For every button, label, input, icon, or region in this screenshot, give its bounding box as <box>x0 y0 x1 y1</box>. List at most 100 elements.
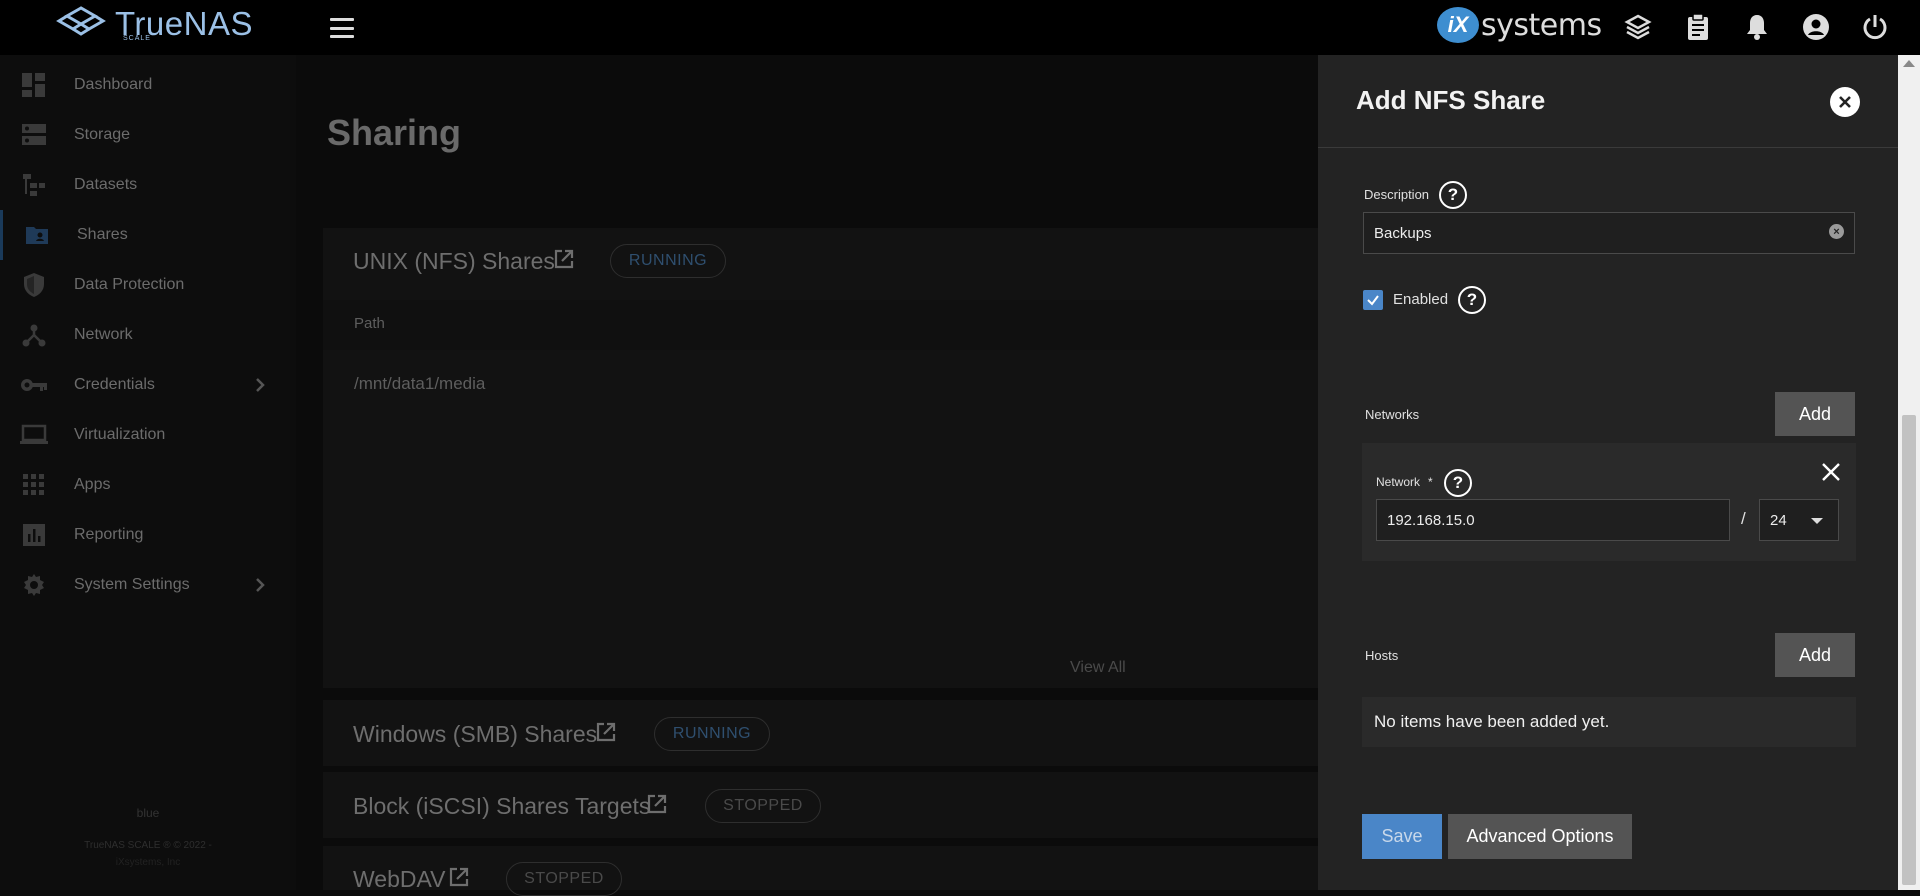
datasets-icon <box>20 171 48 199</box>
sidebar-item-label: Reporting <box>74 526 144 543</box>
nfs-shares-card: UNIX (NFS) Shares RUNNING <box>323 228 1323 688</box>
laptop-icon <box>20 421 48 449</box>
ix-badge: iX <box>1437 7 1479 43</box>
truenas-logo[interactable]: TrueNAS <box>55 4 253 42</box>
scrollbar-thumb[interactable] <box>1902 415 1916 885</box>
network-icon <box>20 321 48 349</box>
webdav-card-title[interactable]: WebDAV <box>353 866 445 893</box>
sidebar-item-label: Network <box>74 326 133 343</box>
sidebar-item-datasets[interactable]: Datasets <box>0 160 296 210</box>
account-icon[interactable] <box>1801 12 1831 42</box>
clear-input-icon[interactable]: × <box>1829 224 1844 239</box>
enabled-checkbox[interactable] <box>1363 290 1383 310</box>
add-nfs-share-panel: Add NFS Share Description ? Backups × En… <box>1318 55 1898 890</box>
table-row[interactable]: /mnt/data1/media <box>354 374 485 394</box>
sidebar-item-credentials[interactable]: Credentials <box>0 360 296 410</box>
nfs-card-title[interactable]: UNIX (NFS) Shares <box>353 248 555 275</box>
sidebar-item-label: Dashboard <box>74 76 153 93</box>
top-bar: TrueNAS SCALE iX systems <box>0 0 1920 55</box>
hamburger-icon-line <box>330 35 354 38</box>
networks-label: Networks <box>1365 407 1420 422</box>
sidebar: Dashboard Storage Datasets Shares Data P… <box>0 55 296 890</box>
chart-icon <box>20 521 48 549</box>
scroll-up-icon[interactable] <box>1903 60 1915 67</box>
hostname-label: blue <box>136 806 160 820</box>
network-address-input[interactable]: 192.168.15.0 <box>1376 499 1730 541</box>
panel-header: Add NFS Share <box>1318 55 1898 148</box>
check-icon <box>1367 295 1379 306</box>
iscsi-card-title[interactable]: Block (iSCSI) Shares Targets <box>353 793 650 820</box>
remove-network-button[interactable] <box>1820 461 1844 485</box>
open-in-new-icon[interactable] <box>595 721 617 743</box>
netmask-value: 24 <box>1770 511 1787 529</box>
hosts-label: Hosts <box>1365 648 1399 663</box>
close-icon <box>1839 96 1851 108</box>
open-in-new-icon[interactable] <box>553 248 575 270</box>
sidebar-item-storage[interactable]: Storage <box>0 110 296 160</box>
dashboard-icon <box>20 71 48 99</box>
add-network-button[interactable]: Add <box>1775 392 1855 436</box>
page-title: Sharing <box>327 112 462 153</box>
network-label: Network <box>1376 475 1421 489</box>
sidebar-item-apps[interactable]: Apps <box>0 460 296 510</box>
menu-toggle-button[interactable] <box>328 16 356 40</box>
smb-shares-card: Windows (SMB) Shares RUNNING <box>323 700 1323 766</box>
enabled-label[interactable]: Enabled <box>1393 291 1448 308</box>
bell-icon[interactable] <box>1742 12 1772 42</box>
sidebar-item-network[interactable]: Network <box>0 310 296 360</box>
sidebar-item-shares[interactable]: Shares <box>0 210 296 260</box>
sidebar-item-label: Data Protection <box>74 276 185 293</box>
panel-title: Add NFS Share <box>1356 85 1546 115</box>
apps-grid-icon <box>20 471 48 499</box>
cidr-separator: / <box>1741 509 1746 528</box>
column-header-path[interactable]: Path <box>354 315 385 332</box>
key-icon <box>20 371 48 399</box>
help-icon[interactable]: ? <box>1439 181 1467 209</box>
hosts-empty-message: No items have been added yet. <box>1362 697 1856 747</box>
netmask-select[interactable]: 24 <box>1759 499 1839 541</box>
view-all-link[interactable]: View All <box>1070 659 1126 677</box>
status-badge: RUNNING <box>610 244 726 278</box>
power-icon[interactable] <box>1860 12 1890 42</box>
sidebar-item-label: System Settings <box>74 576 190 593</box>
shares-icon <box>23 221 51 249</box>
chevron-down-icon <box>1811 518 1823 524</box>
description-input[interactable]: Backups <box>1363 212 1855 254</box>
ixsystems-logo[interactable]: iX systems <box>1437 7 1602 43</box>
table-header: Path <box>323 300 1323 350</box>
sidebar-item-dashboard[interactable]: Dashboard <box>0 60 296 110</box>
company-label[interactable]: iXsystems, Inc <box>0 857 296 868</box>
save-button[interactable]: Save <box>1362 814 1442 859</box>
version-label[interactable]: TrueNAS SCALE ® © 2022 - <box>0 840 296 851</box>
network-list-item: Network * ? 192.168.15.0 / 24 <box>1362 443 1856 561</box>
hamburger-icon-line <box>330 26 354 30</box>
clipboard-icon[interactable] <box>1683 12 1713 42</box>
ix-text: systems <box>1481 7 1602 43</box>
advanced-options-button[interactable]: Advanced Options <box>1448 814 1632 859</box>
truecommand-icon[interactable] <box>1623 12 1653 42</box>
sidebar-item-label: Virtualization <box>74 426 166 443</box>
sidebar-item-label: Credentials <box>74 376 155 393</box>
shield-icon <box>20 271 48 299</box>
gear-icon <box>20 571 48 599</box>
close-panel-button[interactable] <box>1830 87 1860 117</box>
add-host-button[interactable]: Add <box>1775 633 1855 677</box>
help-icon[interactable]: ? <box>1458 286 1486 314</box>
sidebar-item-virtualization[interactable]: Virtualization <box>0 410 296 460</box>
sidebar-item-reporting[interactable]: Reporting <box>0 510 296 560</box>
help-icon[interactable]: ? <box>1444 469 1472 497</box>
open-in-new-icon[interactable] <box>448 866 470 888</box>
sidebar-item-system-settings[interactable]: System Settings <box>0 560 296 610</box>
status-badge: STOPPED <box>506 862 622 896</box>
sidebar-item-label: Apps <box>74 476 111 493</box>
sidebar-item-label: Datasets <box>74 176 138 193</box>
status-badge: RUNNING <box>654 717 770 751</box>
sidebar-item-data-protection[interactable]: Data Protection <box>0 260 296 310</box>
smb-card-title[interactable]: Windows (SMB) Shares <box>353 721 597 748</box>
webdav-card: WebDAV STOPPED <box>323 846 1323 896</box>
chevron-right-icon <box>252 577 268 593</box>
status-badge: STOPPED <box>705 789 821 823</box>
truenas-logo-icon <box>56 6 106 36</box>
sidebar-item-label: Shares <box>77 226 128 243</box>
open-in-new-icon[interactable] <box>646 793 668 815</box>
